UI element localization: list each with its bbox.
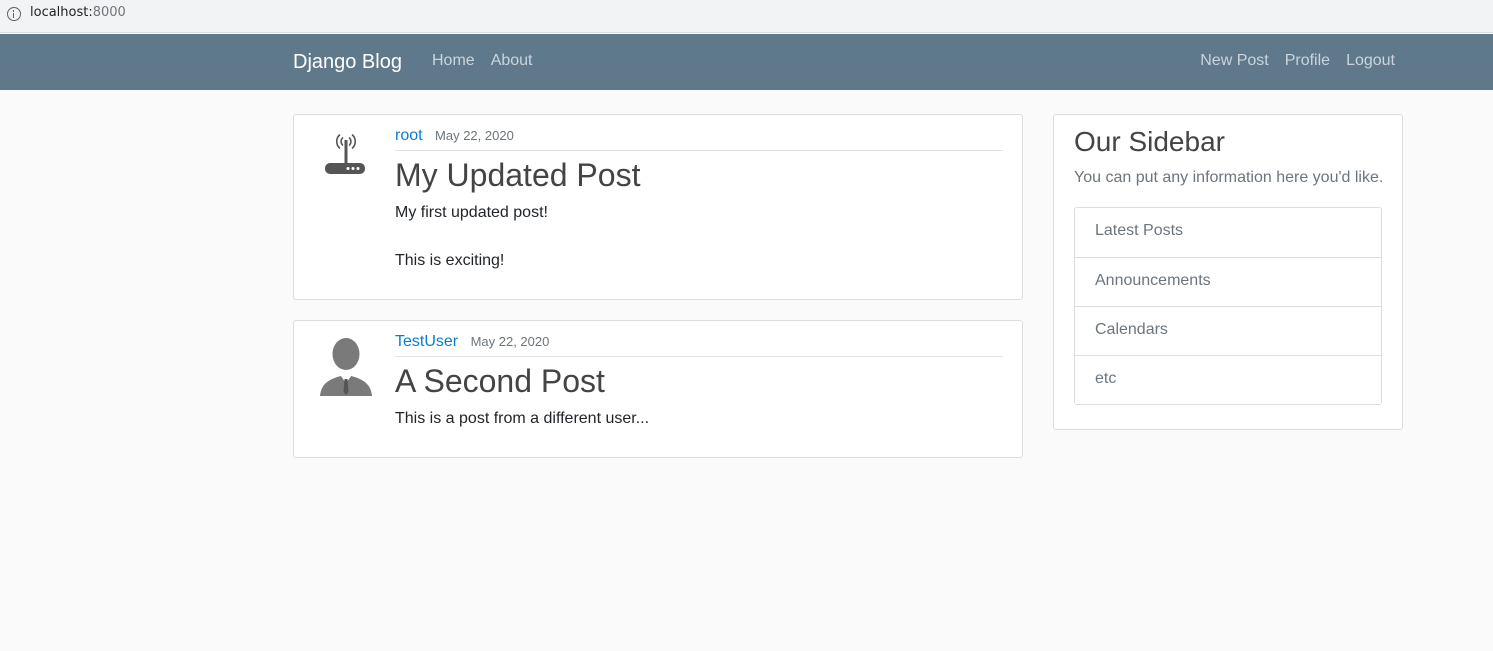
post-date: May 22, 2020 [435,128,514,143]
url-text[interactable]: localhost:8000 [30,5,126,20]
info-icon[interactable] [7,7,21,21]
post-date: May 22, 2020 [470,334,550,349]
post-content: My first updated post! This is exciting! [395,204,548,269]
user-silhouette-icon [320,338,372,396]
browser-address-bar: localhost:8000 [0,0,1493,33]
brand-link[interactable]: Django Blog [293,51,402,74]
post-body: root May 22, 2020 My Updated Post My fir… [395,127,1003,273]
nav-about-link[interactable]: About [491,52,533,70]
post-author-link[interactable]: root [395,127,423,144]
post-meta: TestUser May 22, 2020 [395,333,1003,357]
nav-home-link[interactable]: Home [432,52,475,70]
post-title[interactable]: A Second Post [395,363,1003,399]
sidebar-list: Latest Posts Announcements Calendars etc [1074,207,1382,405]
sidebar-description: You can put any information here you'd l… [1074,169,1384,186]
router-icon [325,134,365,174]
sidebar-item-calendars[interactable]: Calendars [1075,306,1381,355]
sidebar-title: Our Sidebar [1074,126,1225,157]
post-content: This is a post from a different user... [395,410,650,427]
nav-left-links: Home About [432,52,533,70]
post-card: root May 22, 2020 My Updated Post My fir… [293,114,1023,300]
nav-profile-link[interactable]: Profile [1285,52,1330,70]
nav-right-links: New Post Profile Logout [1200,52,1395,70]
sidebar-item-announcements[interactable]: Announcements [1075,257,1381,306]
nav-new-post-link[interactable]: New Post [1200,52,1268,70]
url-host: localhost: [30,5,93,20]
sidebar-item-latest-posts[interactable]: Latest Posts [1075,208,1381,257]
post-author-link[interactable]: TestUser [395,333,458,350]
url-port: 8000 [92,5,126,20]
top-navbar: Django Blog Home About New Post Profile … [0,34,1493,90]
post-body: TestUser May 22, 2020 A Second Post This… [395,333,1003,431]
post-title[interactable]: My Updated Post [395,157,1003,193]
post-meta: root May 22, 2020 [395,127,1003,151]
nav-logout-link[interactable]: Logout [1346,52,1395,70]
sidebar-item-etc[interactable]: etc [1075,355,1381,404]
post-card: TestUser May 22, 2020 A Second Post This… [293,320,1023,458]
sidebar: Our Sidebar You can put any information … [1053,114,1403,430]
